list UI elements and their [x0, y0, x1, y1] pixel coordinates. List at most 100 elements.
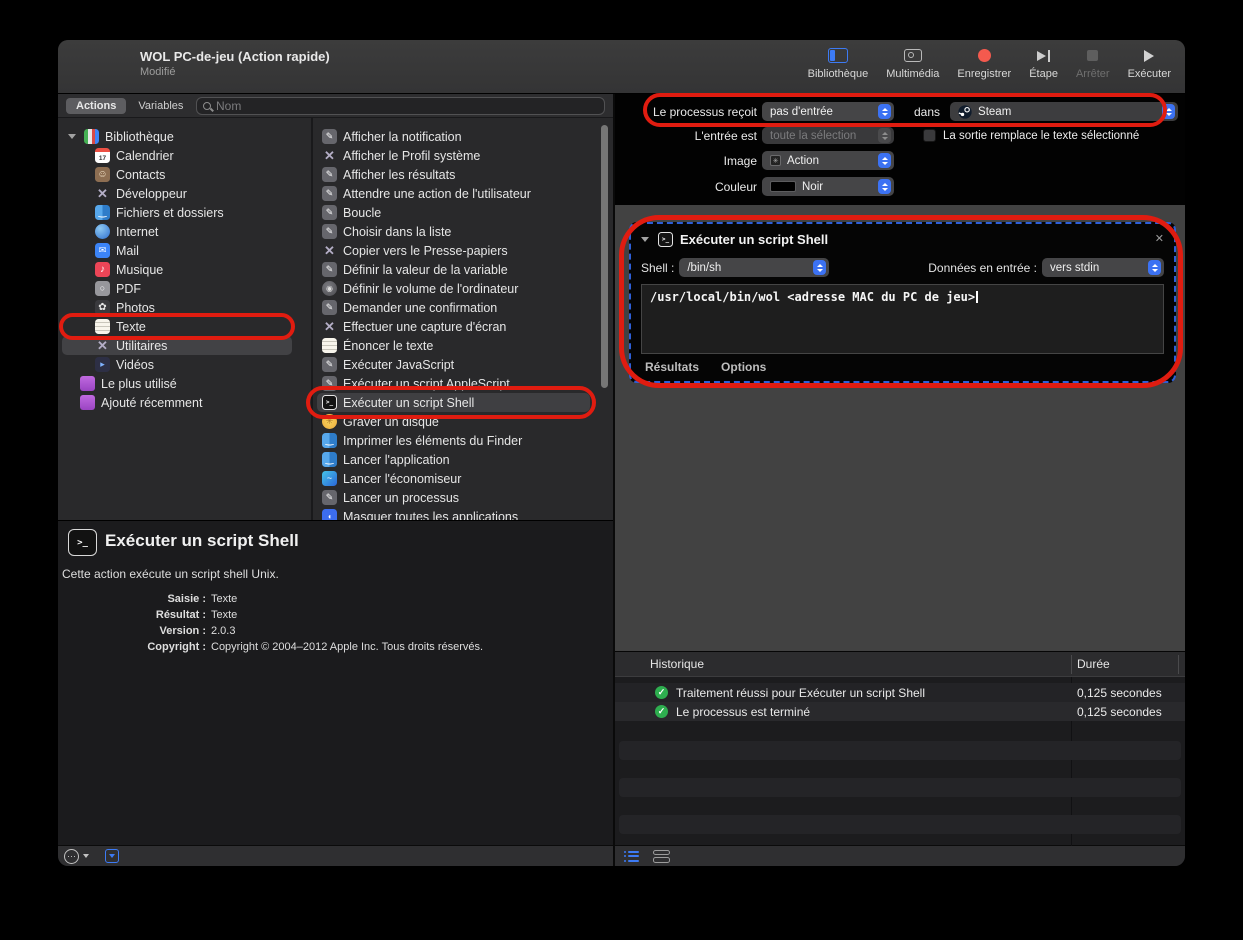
results-tab[interactable]: Résultats	[645, 360, 699, 374]
color-popup[interactable]: Noir	[762, 177, 894, 196]
column-divider	[1071, 655, 1072, 674]
image-popup[interactable]: ✳ Action	[762, 151, 894, 170]
record-icon	[978, 49, 991, 62]
right-footer-bar	[615, 845, 1185, 866]
action-item[interactable]: ‿Lancer l'application	[313, 450, 613, 469]
action-item[interactable]: ✕Effectuer une capture d'écran	[313, 317, 613, 336]
duration-header[interactable]: Durée	[1077, 657, 1110, 671]
action-item[interactable]: Énoncer le texte	[313, 336, 613, 355]
log-empty-row	[619, 815, 1181, 834]
media-toolbar-button[interactable]: Multimédia	[880, 45, 945, 82]
shell-script-action-panel[interactable]: >_ Exécuter un script Shell ✕ Shell : /b…	[629, 222, 1176, 383]
sidebar-item-calendrier[interactable]: 17Calendrier	[58, 146, 311, 165]
mail-icon: ✉	[95, 243, 110, 258]
log-title[interactable]: Historique	[650, 657, 704, 671]
automator-icon: ✎	[322, 262, 337, 277]
action-item[interactable]: ‿Imprimer les éléments du Finder	[313, 431, 613, 450]
search-input[interactable]	[216, 99, 576, 113]
log-row[interactable]: ✓ Le processus est terminé 0,125 seconde…	[615, 702, 1185, 721]
sidebar-item-ajoute-recemment[interactable]: Ajouté récemment	[58, 393, 311, 412]
search-field[interactable]	[196, 97, 605, 115]
input-type-popup[interactable]: pas d'entrée	[762, 102, 894, 121]
action-item[interactable]: ✎Boucle	[313, 203, 613, 222]
action-item[interactable]: ✎Exécuter JavaScript	[313, 355, 613, 374]
window-title: WOL PC-de-jeu (Action rapide)	[140, 49, 330, 64]
action-item[interactable]: ✳Graver un disque	[313, 412, 613, 431]
popup-stepper-icon	[878, 179, 891, 194]
stop-toolbar-button: Arrêter	[1070, 45, 1116, 82]
window-status: Modifié	[140, 66, 175, 78]
sidebar-item-pdf[interactable]: ○PDF	[58, 279, 311, 298]
text-cursor	[976, 291, 978, 303]
sidebar-item-utilitaires[interactable]: ✕Utilitaires	[62, 336, 292, 355]
action-item[interactable]: ✕Copier vers le Presse-papiers	[313, 241, 613, 260]
action-item[interactable]: ◖Masquer toutes les applications	[313, 507, 613, 520]
action-item[interactable]: ◉Définir le volume de l'ordinateur	[313, 279, 613, 298]
description-title: Exécuter un script Shell	[105, 531, 299, 551]
workflow-canvas: >_ Exécuter un script Shell ✕ Shell : /b…	[615, 205, 1185, 651]
sidebar-item-mail[interactable]: ✉Mail	[58, 241, 311, 260]
action-image-icon: ✳	[770, 155, 781, 166]
sidebar-item-musique[interactable]: ♪Musique	[58, 260, 311, 279]
actions-list: ✎Afficher la notification ✕Afficher le P…	[313, 118, 613, 520]
automator-window: WOL PC-de-jeu (Action rapide) Modifié Bi…	[58, 40, 1185, 866]
list-view-icon[interactable]	[628, 851, 639, 862]
action-item[interactable]: ✎Afficher les résultats	[313, 165, 613, 184]
panels-view-icon[interactable]	[653, 850, 670, 863]
xtool-icon: ✕	[322, 243, 337, 258]
action-item[interactable]: ✎Afficher la notification	[313, 127, 613, 146]
sidebar-icon	[828, 48, 848, 63]
shell-popup[interactable]: /bin/sh	[679, 258, 829, 277]
screensaver-icon: ~	[322, 471, 337, 486]
steam-icon	[958, 105, 972, 119]
sidebar-item-internet[interactable]: Internet	[58, 222, 311, 241]
tab-variables[interactable]: Variables	[132, 98, 189, 114]
action-item-executer-un-script-shell[interactable]: >_Exécuter un script Shell	[317, 393, 590, 412]
sidebar-item-le-plus-utilise[interactable]: Le plus utilisé	[58, 374, 311, 393]
action-item[interactable]: ✎Définir la valeur de la variable	[313, 260, 613, 279]
sidebar-item-bibliotheque[interactable]: Bibliothèque	[58, 127, 311, 146]
shell-label: Shell :	[641, 261, 674, 275]
options-tab[interactable]: Options	[721, 360, 766, 374]
terminal-icon: >_	[658, 232, 673, 247]
variable-toggle-icon[interactable]	[105, 849, 119, 863]
collapse-chevron-icon[interactable]	[641, 237, 649, 242]
action-item[interactable]: ~Lancer l'économiseur	[313, 469, 613, 488]
action-item[interactable]: ✎Exécuter un script AppleScript	[313, 374, 613, 393]
sidebar-item-photos[interactable]: ✿Photos	[58, 298, 311, 317]
workflow-actions-menu-icon[interactable]: ⋯	[64, 849, 79, 864]
action-item[interactable]: ✕Afficher le Profil système	[313, 146, 613, 165]
color-label: Couleur	[615, 180, 757, 194]
automator-icon: ✎	[322, 224, 337, 239]
record-toolbar-button[interactable]: Enregistrer	[951, 45, 1017, 82]
description-field: Résultat :Texte	[58, 607, 606, 623]
run-toolbar-button[interactable]: Exécuter	[1122, 45, 1177, 82]
sidebar-item-developpeur[interactable]: ✕Développeur	[58, 184, 311, 203]
sidebar-item-fichiers-et-dossiers[interactable]: ‿Fichiers et dossiers	[58, 203, 311, 222]
shell-panel-title: Exécuter un script Shell	[680, 232, 828, 247]
input-data-popup[interactable]: vers stdin	[1042, 258, 1164, 277]
script-editor[interactable]: /usr/local/bin/wol <adresse MAC du PC de…	[641, 284, 1164, 354]
scrollbar-thumb[interactable]	[601, 125, 608, 388]
sidebar-item-videos[interactable]: ▸Vidéos	[58, 355, 311, 374]
library-toolbar-button[interactable]: Bibliothèque	[802, 45, 875, 82]
step-toolbar-button[interactable]: Étape	[1023, 45, 1064, 82]
terminal-icon: >_	[68, 529, 97, 556]
action-item[interactable]: ✎Lancer un processus	[313, 488, 613, 507]
replace-text-checkbox[interactable]	[923, 129, 936, 142]
description-field: Version :2.0.3	[58, 623, 606, 639]
search-icon	[203, 102, 211, 110]
application-popup[interactable]: Steam	[950, 102, 1178, 121]
in-label: dans	[914, 105, 940, 119]
sidebar-item-texte[interactable]: Texte	[58, 317, 311, 336]
action-item[interactable]: ✎Attendre une action de l'utilisateur	[313, 184, 613, 203]
log-row[interactable]: ✓ Traitement réussi pour Exécuter un scr…	[615, 683, 1185, 702]
sidebar-item-contacts[interactable]: ☺Contacts	[58, 165, 311, 184]
close-icon[interactable]: ✕	[1155, 232, 1164, 245]
action-item[interactable]: ✎Demander une confirmation	[313, 298, 613, 317]
chevron-down-icon[interactable]	[68, 134, 76, 139]
chevron-down-icon[interactable]	[83, 854, 89, 858]
tab-actions[interactable]: Actions	[66, 98, 126, 114]
action-item[interactable]: ✎Choisir dans la liste	[313, 222, 613, 241]
hide-icon: ◖	[322, 509, 337, 520]
